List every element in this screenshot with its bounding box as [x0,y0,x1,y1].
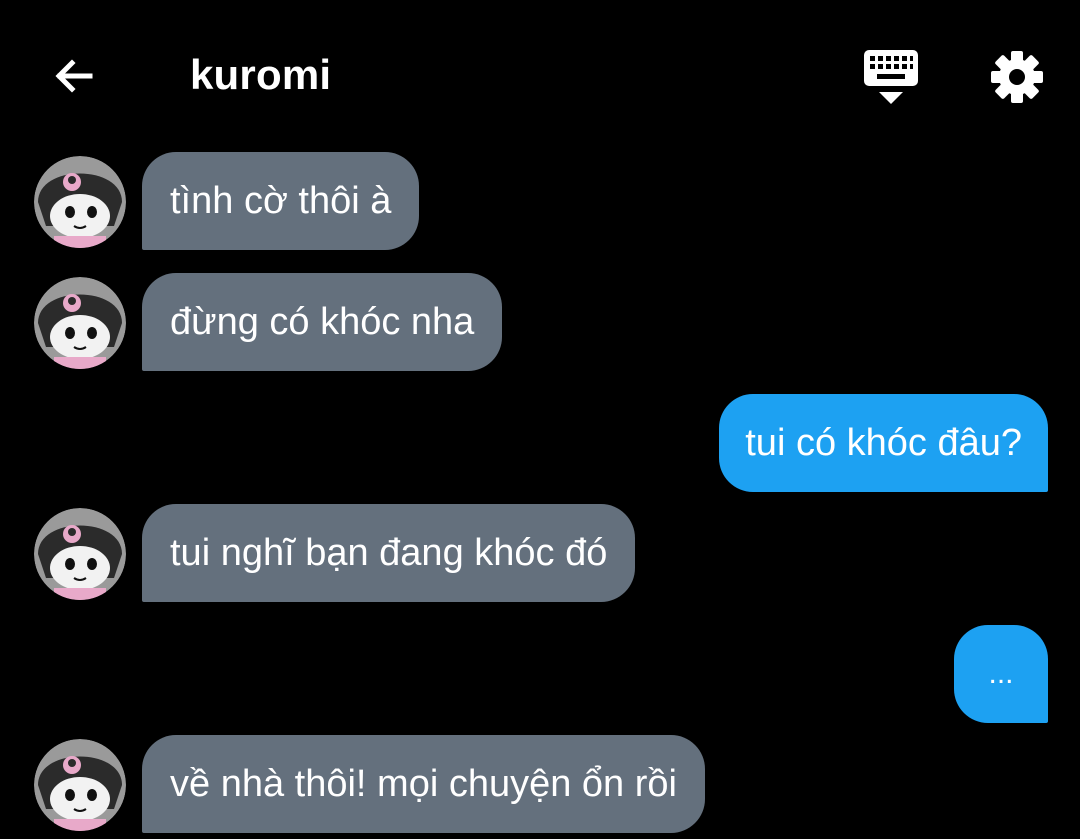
kuromi-avatar-icon [34,508,126,600]
avatar[interactable] [34,156,126,248]
kuromi-avatar-icon [34,156,126,248]
message-row: tui nghĩ bạn đang khóc đó [0,504,1080,604]
incoming-message-bubble[interactable]: về nhà thôi! mọi chuyện ổn rồi [142,735,705,833]
chat-title: kuromi [190,51,332,98]
message-row: tui có khóc đâu? [0,394,1080,494]
back-button[interactable] [46,48,102,104]
outgoing-message-bubble[interactable]: tui có khóc đâu? [719,394,1048,492]
message-row: về nhà thôi! mọi chuyện ổn rồi [0,735,1080,839]
kuromi-avatar-icon [34,277,126,369]
chat-header: kuromi [0,0,1080,150]
incoming-message-bubble[interactable]: đừng có khóc nha [142,273,503,371]
gear-icon [991,51,1043,103]
keyboard-hide-icon [864,50,918,104]
arrow-left-icon [55,59,93,93]
message-row: ... [0,625,1080,725]
keyboard-toggle-button[interactable] [860,46,922,108]
outgoing-message-bubble[interactable]: ... [954,625,1048,723]
avatar[interactable] [34,739,126,831]
message-row: đừng có khóc nha [0,273,1080,373]
message-row: tình cờ thôi à [0,152,1080,252]
incoming-message-bubble[interactable]: tui nghĩ bạn đang khóc đó [142,504,636,602]
kuromi-avatar-icon [34,739,126,831]
avatar[interactable] [34,508,126,600]
incoming-message-bubble[interactable]: tình cờ thôi à [142,152,420,250]
settings-button[interactable] [986,46,1048,108]
avatar[interactable] [34,277,126,369]
